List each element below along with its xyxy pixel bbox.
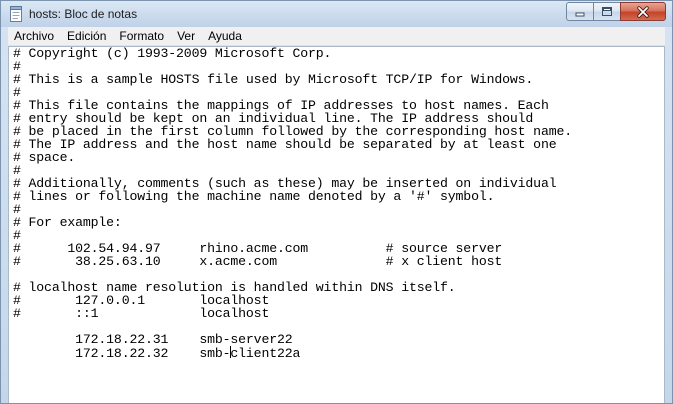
menu-archivo[interactable]: Archivo: [8, 27, 61, 45]
minimize-icon: [575, 12, 585, 16]
close-button[interactable]: [620, 2, 666, 21]
editor-line: # The IP address and the host name shoul…: [13, 137, 557, 152]
text-editor[interactable]: # Copyright (c) 1993-2009 Microsoft Corp…: [8, 46, 665, 403]
menu-formato[interactable]: Formato: [113, 27, 171, 45]
window-title: hosts: Bloc de notas: [29, 7, 138, 21]
editor-text[interactable]: # Copyright (c) 1993-2009 Microsoft Corp…: [13, 46, 572, 361]
editor-line: # ::1 localhost: [13, 306, 270, 321]
menu-bar: Archivo Edición Formato Ver Ayuda: [8, 27, 665, 46]
editor-line: # 38.25.63.10 x.acme.com # x client host: [13, 254, 503, 269]
editor-line: 172.18.22.31 smb-server22: [13, 332, 293, 347]
title-bar[interactable]: hosts: Bloc de notas: [1, 1, 672, 27]
editor-line: # lines or following the machine name de…: [13, 189, 495, 204]
editor-line: # space.: [13, 150, 76, 165]
close-icon: [637, 5, 649, 18]
minimize-button[interactable]: [566, 2, 593, 21]
maximize-button[interactable]: [593, 2, 620, 21]
menu-ver[interactable]: Ver: [171, 27, 202, 45]
editor-line: # This is a sample HOSTS file used by Mi…: [13, 72, 534, 87]
maximize-icon: [602, 7, 612, 16]
notepad-window: hosts: Bloc de notas Archivo Edición For…: [0, 0, 673, 404]
editor-line: 172.18.22.32 smb-client22a: [13, 346, 301, 361]
caption-buttons: [566, 2, 666, 22]
editor-line: # For example:: [13, 215, 122, 230]
menu-edicion[interactable]: Edición: [61, 27, 113, 45]
editor-line: # Copyright (c) 1993-2009 Microsoft Corp…: [13, 46, 332, 61]
notepad-icon: [10, 6, 22, 22]
menu-ayuda[interactable]: Ayuda: [202, 27, 249, 45]
